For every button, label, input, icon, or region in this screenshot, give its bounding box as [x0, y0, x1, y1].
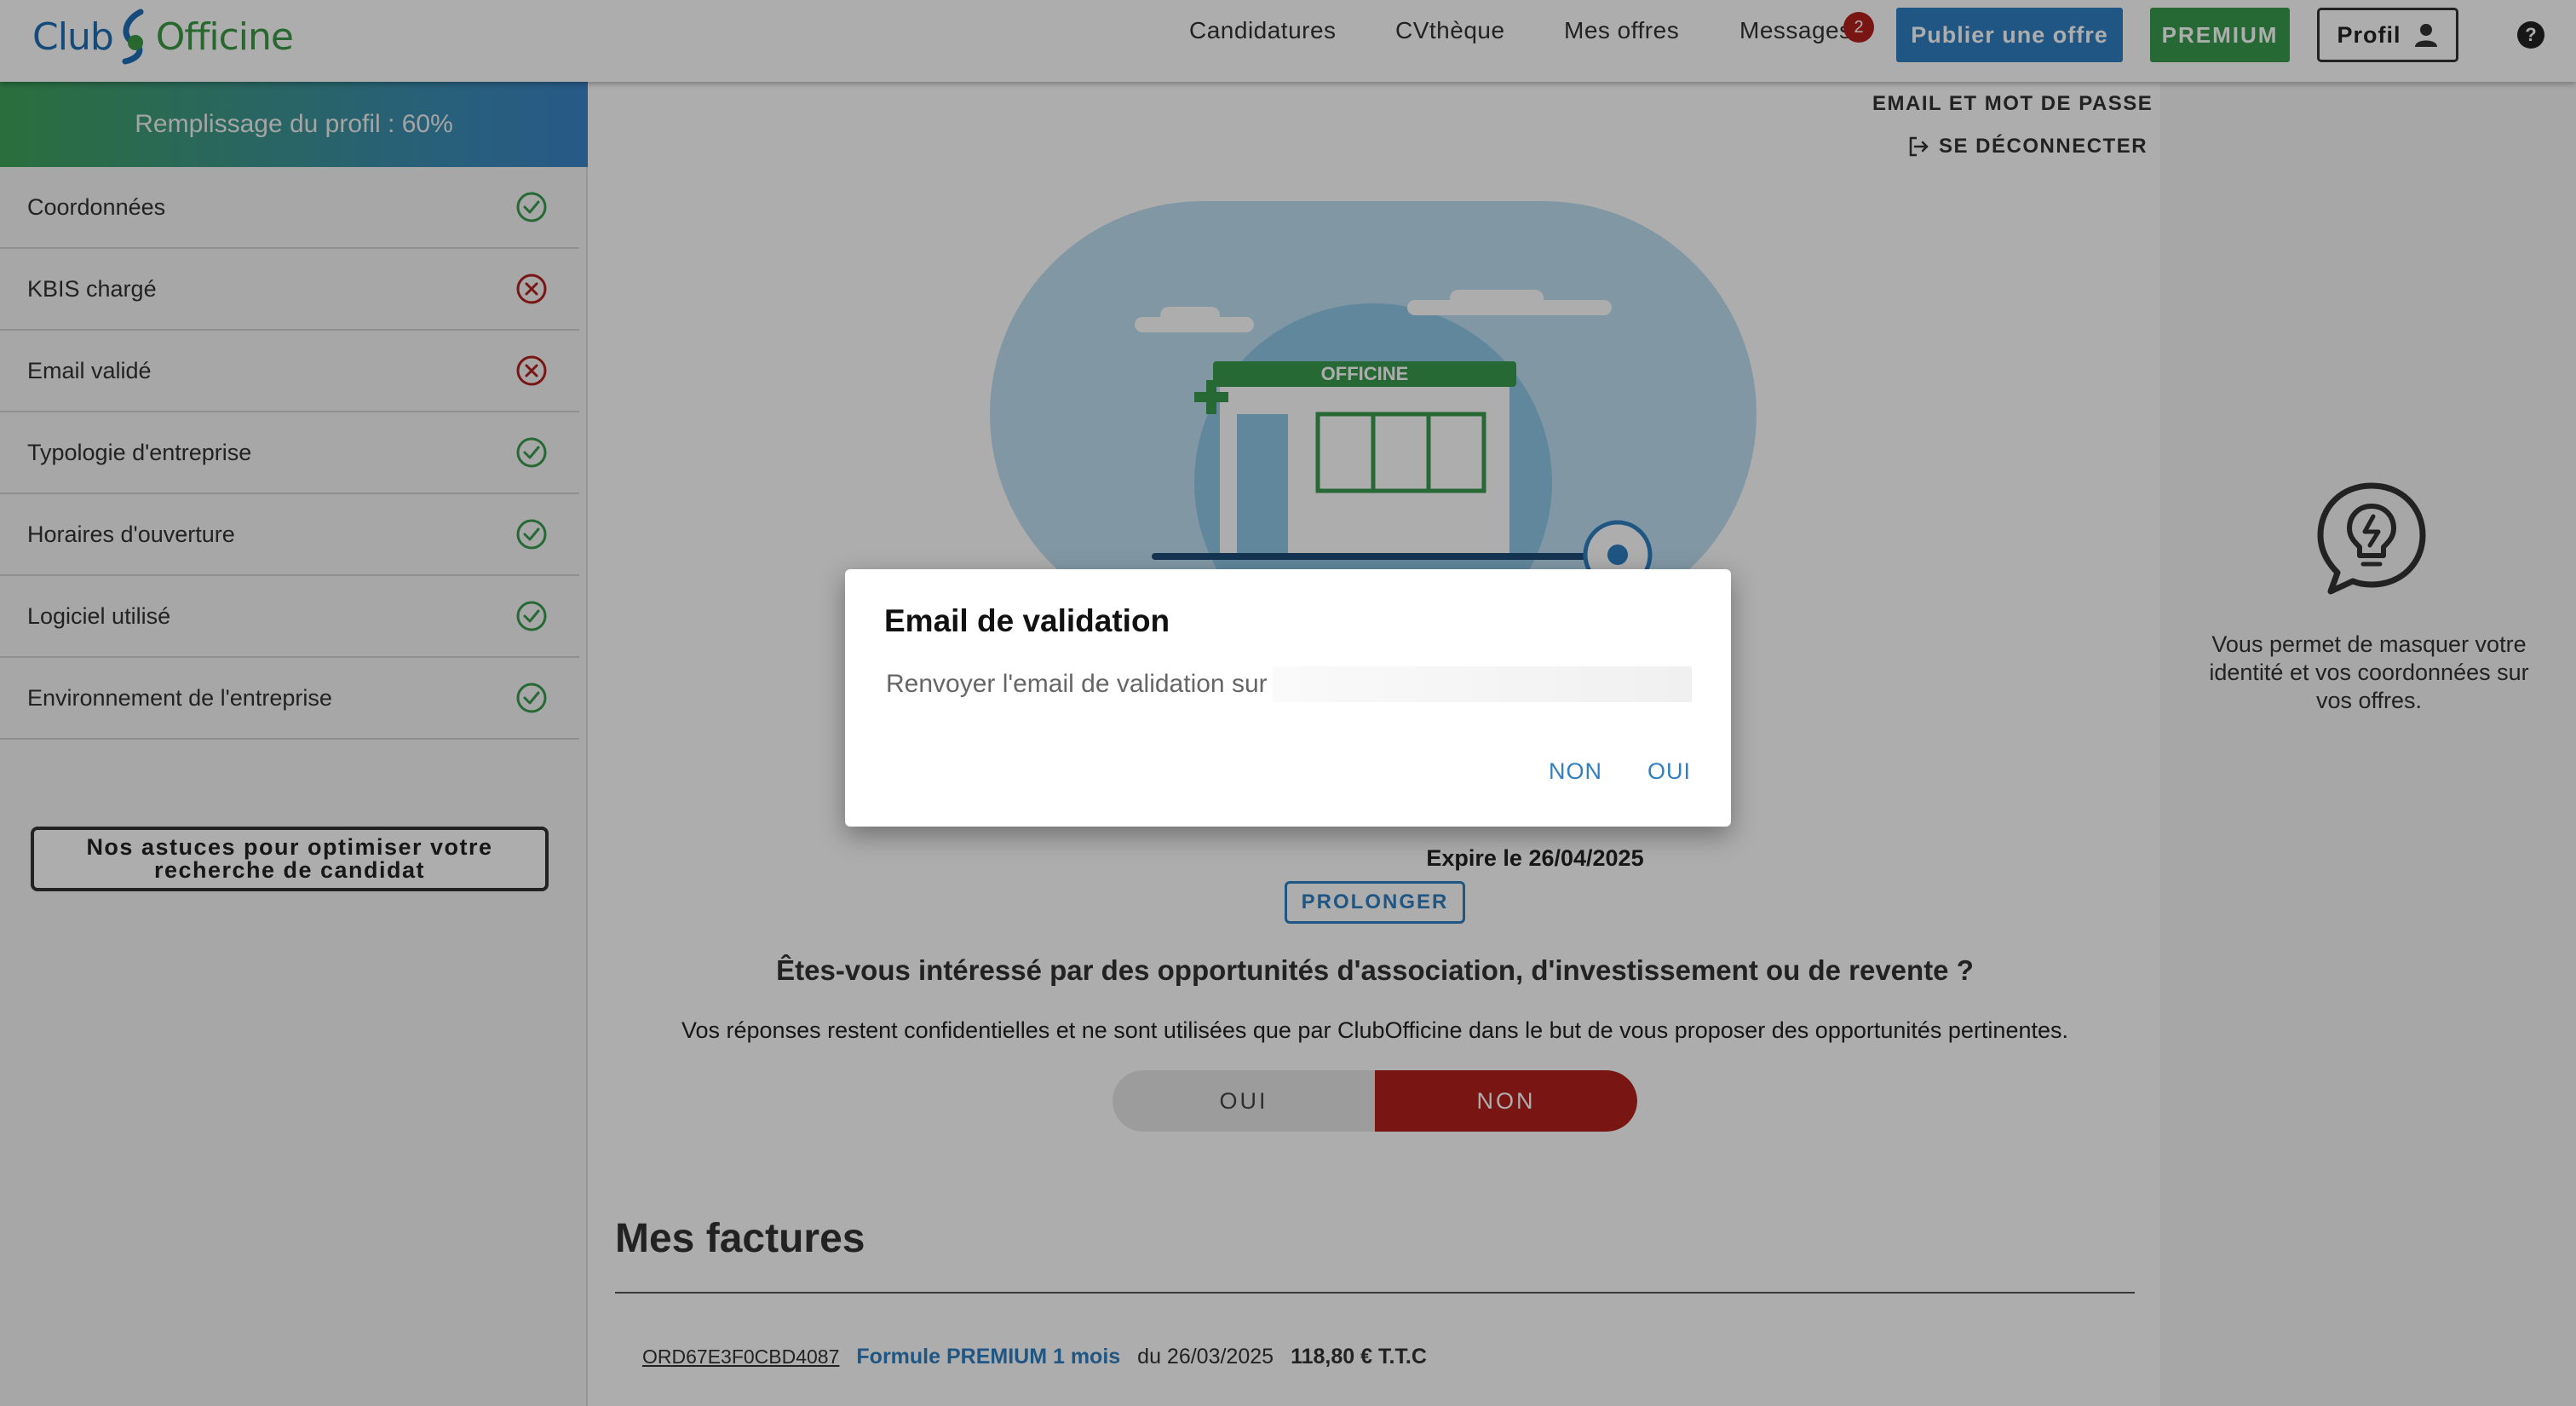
dialog-non-button[interactable]: NON: [1549, 758, 1602, 785]
redacted-email: [1272, 666, 1692, 702]
dialog-title: Email de validation: [884, 603, 1170, 638]
dialog-message: Renvoyer l'email de validation sur: [886, 670, 1268, 698]
dialog-oui-button[interactable]: OUI: [1647, 758, 1691, 785]
dialog-body: Renvoyer l'email de validation sur: [886, 666, 1692, 702]
email-validation-dialog: Email de validation Renvoyer l'email de …: [845, 569, 1731, 827]
